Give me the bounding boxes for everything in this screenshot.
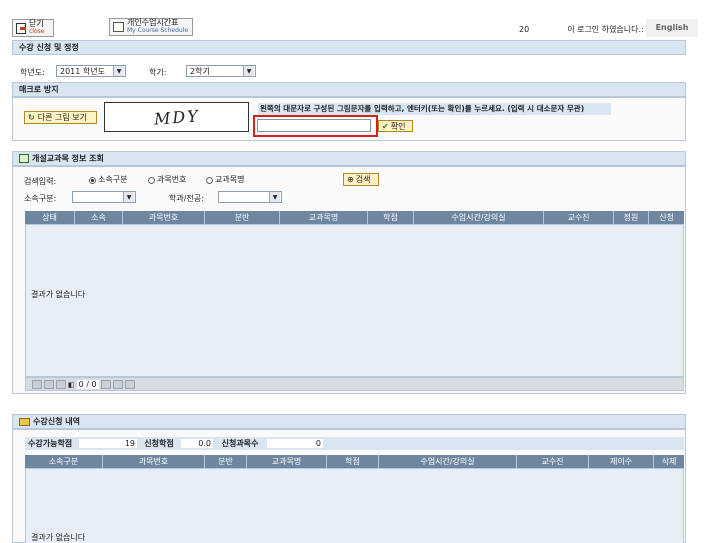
login-suffix: 이 로그인 하였습니다.: (567, 25, 644, 34)
prev-block-icon[interactable] (44, 380, 54, 389)
reg-col-professor: 교수진 (517, 455, 589, 468)
col-dept: 소속 (75, 211, 123, 224)
search-button-label: 검색 (355, 175, 371, 184)
course-table-header: 상태 소속 과목번호 분반 교과목명 학점 수업시간/강의실 교수진 정원 신청 (25, 211, 684, 224)
course-empty-message: 결과가 없습니다 (31, 290, 86, 299)
page-icon: ◧ (68, 380, 75, 389)
course-schedule-button[interactable]: 개인수업시간표 My Course Schedule (109, 18, 193, 36)
credits-applied-value: 0.0 (181, 439, 213, 448)
courses-applied-value: 0 (267, 439, 323, 448)
first-page-icon[interactable] (32, 380, 42, 389)
registration-title: 수강신청 내역 (33, 417, 80, 426)
credits-available-value: 19 (79, 439, 137, 448)
login-prefix: 20 (519, 25, 530, 34)
course-table-body: 결과가 없습니다 (25, 224, 684, 377)
reg-col-retake: 재이수 (589, 455, 654, 468)
col-professor: 교수진 (544, 211, 614, 224)
other-image-label: 다른 그림 보기 (37, 113, 87, 122)
radio-dept-indicator[interactable] (89, 177, 96, 184)
semester-select[interactable]: 2학기 ▼ (186, 65, 256, 77)
reg-col-schedule: 수업시간/강의실 (379, 455, 517, 468)
chevron-down-icon: ▼ (113, 66, 124, 76)
reg-col-section: 분반 (205, 455, 247, 468)
dept-select[interactable]: ▼ (72, 191, 136, 203)
col-section: 분반 (205, 211, 280, 224)
confirm-label: 확인 (390, 121, 406, 131)
next-block-icon[interactable] (112, 380, 123, 389)
radio-course-name-label: 교과목명 (215, 175, 245, 184)
dept-label: 소속구분: (24, 194, 57, 203)
col-status: 상태 (25, 211, 75, 224)
col-course-number: 과목번호 (123, 211, 205, 224)
english-link[interactable]: English (646, 19, 698, 37)
schedule-sublabel: My Course Schedule (127, 27, 189, 34)
close-button[interactable]: 닫기 close (12, 19, 54, 37)
next-page-icon[interactable] (100, 380, 111, 389)
macro-section-title: 매크로 방지 (12, 82, 686, 97)
binoculars-icon: ⊕ (347, 175, 354, 184)
col-capacity: 정원 (614, 211, 649, 224)
col-schedule: 수업시간/강의실 (414, 211, 544, 224)
courses-applied-label: 신청과목수 (221, 439, 259, 448)
registration-summary: 수강가능학점 19 신청학점 0.0 신청과목수 0 (25, 437, 684, 450)
col-credits: 학점 (368, 211, 414, 224)
radio-dept[interactable]: 소속구분 (89, 174, 127, 185)
registration-header: 수강신청 내역 (12, 414, 686, 429)
reg-col-dept: 소속구분 (25, 455, 103, 468)
notepad-icon (113, 22, 124, 32)
year-label: 학년도: (20, 68, 45, 77)
credits-applied-label: 신청학점 (144, 439, 174, 448)
registration-empty-message: 결과가 없습니다 (31, 533, 86, 542)
registration-table-header: 소속구분 과목번호 분반 교과목명 학점 수업시간/강의실 교수진 재이수 삭제 (25, 455, 684, 468)
login-status: 20 이 로그인 하였습니다.: (519, 24, 644, 35)
radio-course-number-label: 과목번호 (157, 175, 187, 184)
last-page-icon[interactable] (124, 380, 135, 389)
chevron-down-icon: ▼ (243, 66, 254, 76)
reg-col-course-number: 과목번호 (103, 455, 205, 468)
year-select[interactable]: 2011 학년도 ▼ (56, 65, 126, 77)
search-input-label: 검색입력: (24, 177, 57, 186)
radio-course-name-indicator[interactable] (206, 177, 213, 184)
course-pager: ◧ 0 / 0 (32, 380, 135, 389)
reg-col-delete: 삭제 (661, 457, 677, 466)
reg-col-credits: 학점 (327, 455, 379, 468)
col-course-name: 교과목명 (280, 211, 368, 224)
course-search-title: 개설교과목 정보 조회 (32, 154, 104, 163)
page-indicator: 0 / 0 (76, 380, 99, 389)
refresh-icon: ↻ (28, 113, 35, 122)
major-select[interactable]: ▼ (218, 191, 282, 203)
captcha-image: MDY (104, 102, 249, 132)
chevron-down-icon: ▼ (123, 192, 134, 202)
registration-table-body: 결과가 없습니다 (25, 468, 684, 543)
course-pager-bar: ◧ 0 / 0 (25, 377, 684, 391)
major-label: 학과/전공: (169, 194, 204, 203)
captcha-instruction: 왼쪽의 대문자로 구성된 그림문자를 입력하고, 엔터키(또는 확인)를 누르세… (258, 103, 611, 115)
radio-course-name[interactable]: 교과목명 (206, 174, 244, 185)
semester-label: 학기: (149, 68, 167, 77)
col-apply: 신청 (659, 213, 674, 222)
radio-course-number[interactable]: 과목번호 (148, 174, 186, 185)
semester-value: 2학기 (190, 66, 210, 76)
tag-icon (19, 417, 30, 426)
list-icon (19, 154, 29, 163)
radio-dept-label: 소속구분 (98, 175, 128, 184)
close-sublabel: close (29, 28, 45, 35)
page-title: 수강 신청 및 정정 (12, 40, 686, 55)
chevron-down-icon: ▼ (269, 192, 280, 202)
schedule-label: 개인수업시간표 (127, 18, 179, 27)
close-label: 닫기 (29, 19, 44, 28)
prev-page-icon[interactable] (56, 380, 66, 389)
other-image-button[interactable]: ↻ 다른 그림 보기 (24, 111, 97, 124)
year-value: 2011 학년도 (60, 66, 105, 76)
exit-icon (16, 22, 26, 34)
captcha-input[interactable] (257, 119, 371, 132)
reg-col-course-name: 교과목명 (247, 455, 327, 468)
radio-course-number-indicator[interactable] (148, 177, 155, 184)
confirm-button[interactable]: ✔ 확인 (378, 120, 413, 132)
captcha-text: MDY (153, 105, 200, 129)
search-button[interactable]: ⊕ 검색 (343, 173, 379, 186)
checkmark-icon: ✔ (382, 121, 389, 131)
course-search-header: 개설교과목 정보 조회 (12, 151, 686, 166)
credits-available-label: 수강가능학점 (28, 439, 73, 448)
